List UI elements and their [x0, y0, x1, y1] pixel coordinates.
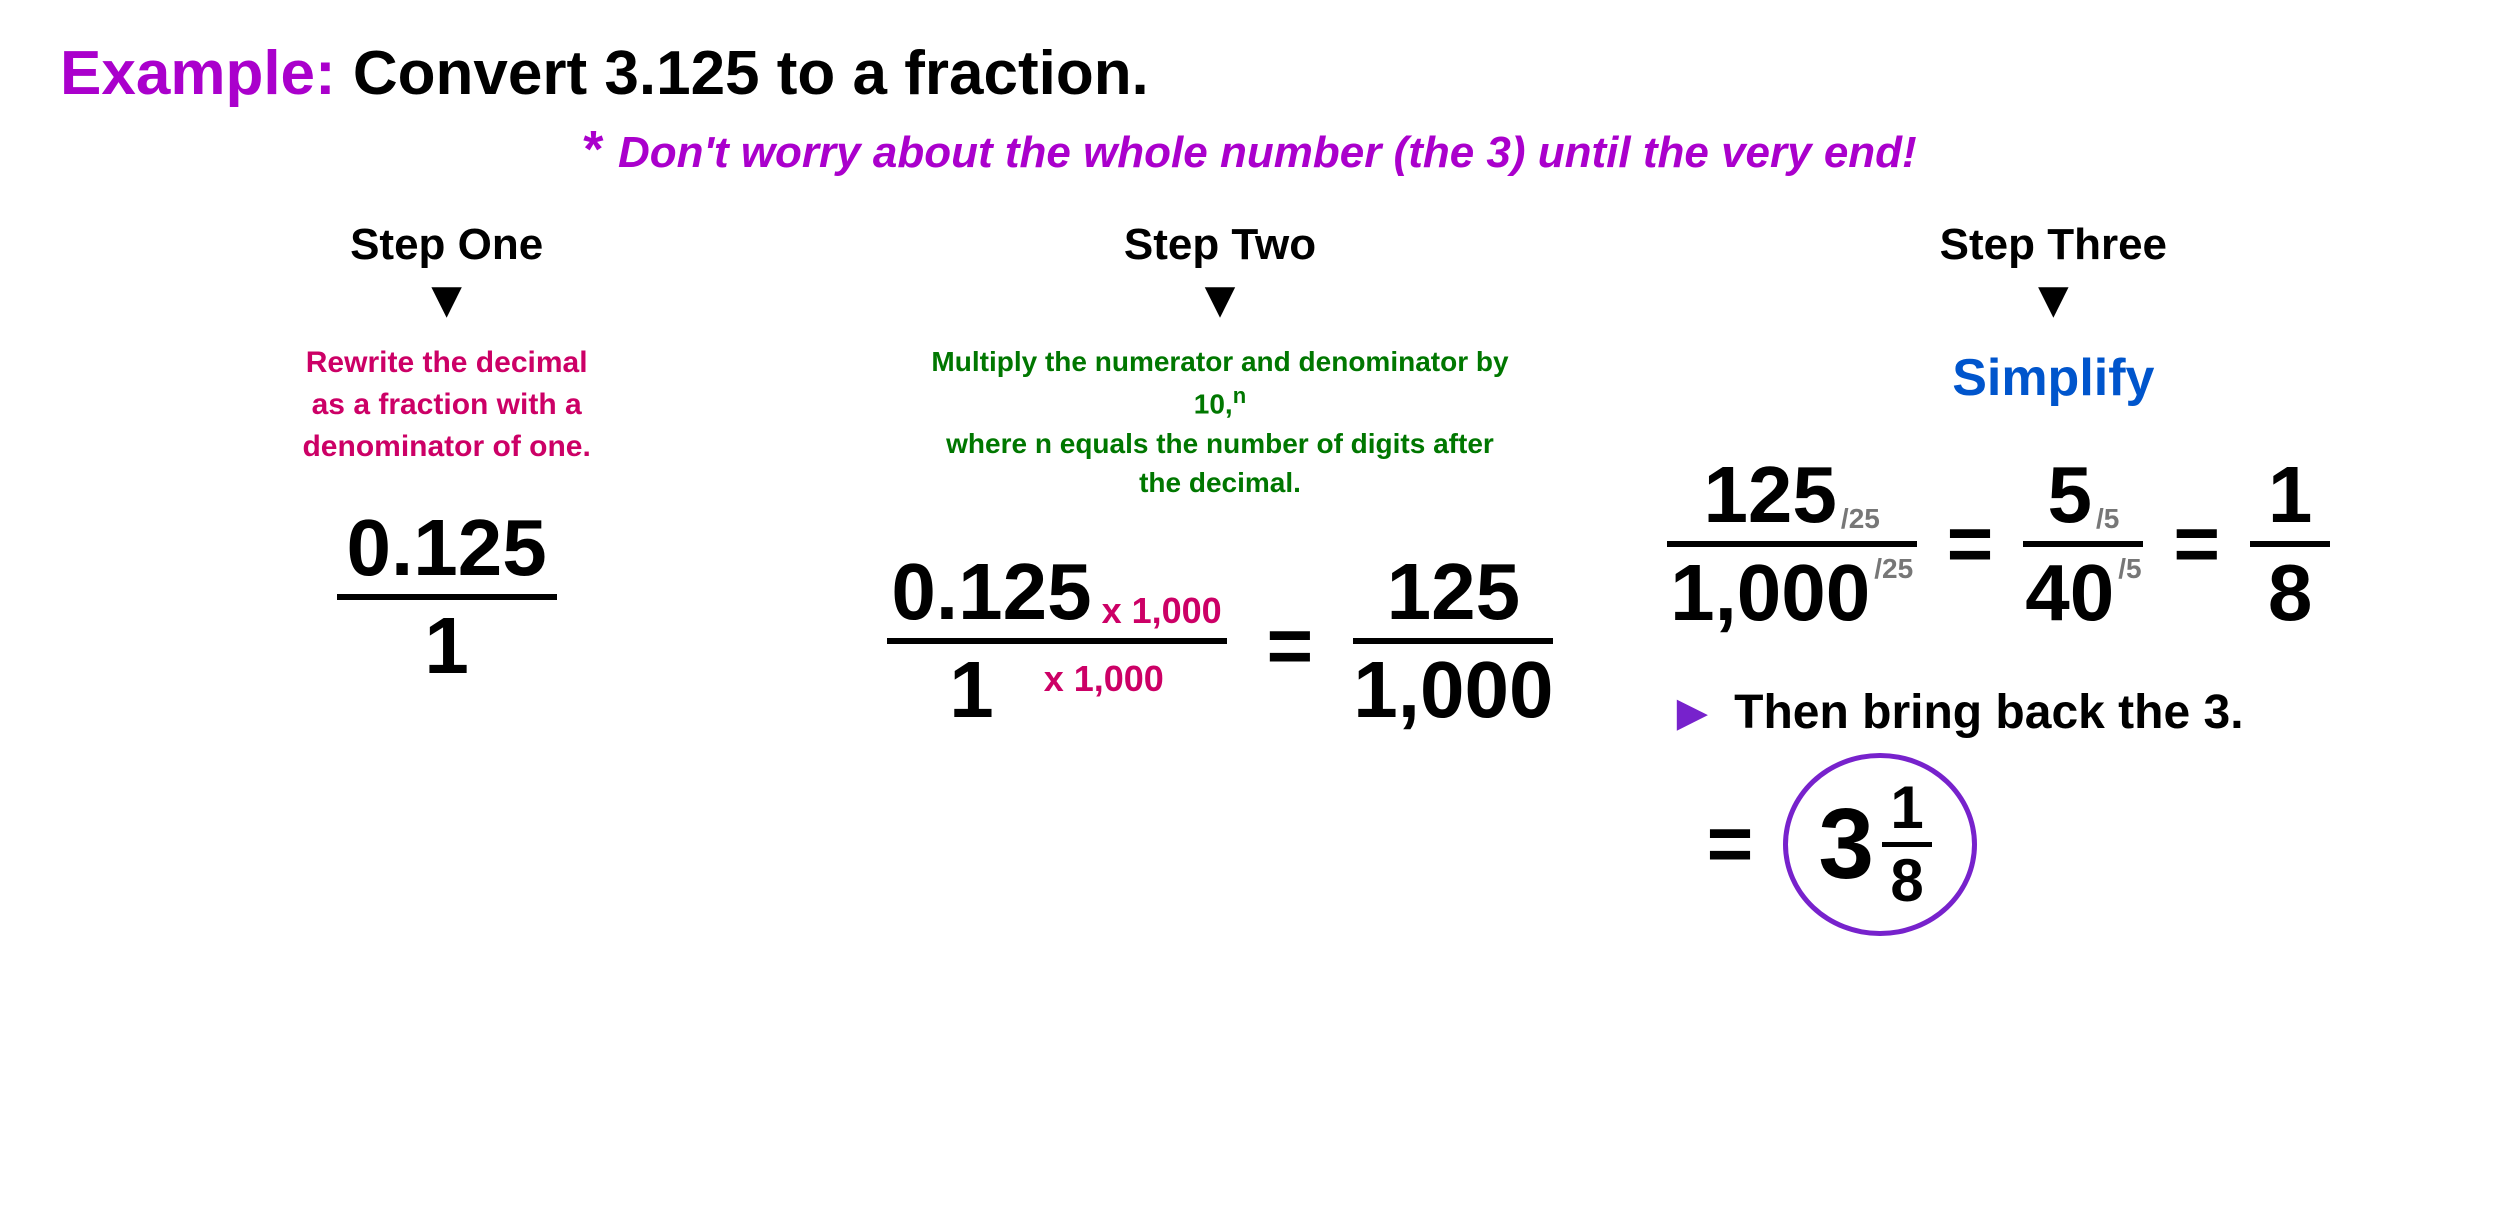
step-one-header: Step One [350, 220, 543, 270]
step-two-result-numerator: 125 [1387, 552, 1520, 632]
final-frac-num: 1 [1890, 778, 1923, 838]
step-two-desc-part1: Multiply the numerator and denominator b… [931, 346, 1508, 420]
step-two-superscript: n [1233, 383, 1246, 408]
step-one-denominator: 1 [424, 606, 469, 686]
step-two-multiplier-top: x 1,000 [1102, 590, 1222, 632]
step-three-frac3-den: 8 [2268, 553, 2313, 633]
step-three-eq1: = [1947, 498, 1994, 590]
step-two-left-fraction: 0.125 x 1,000 1 x 1,000 [887, 552, 1227, 730]
step-two-arrow: ▼ [1194, 274, 1245, 326]
step-one-numerator: 0.125 [347, 508, 547, 588]
step-three-frac2: 5 /5 40 /5 [2023, 455, 2143, 633]
step-three-frac1-num-row: 125 /25 [1703, 455, 1879, 535]
step-three-frac1-ann-num: /25 [1841, 503, 1880, 535]
step-two-left-denominator: 1 [949, 650, 994, 730]
step-two-description: Multiply the numerator and denominator b… [930, 342, 1510, 502]
step-two-result-frac-line [1353, 638, 1553, 644]
step-two-left-top: 0.125 x 1,000 [891, 552, 1221, 632]
step-one-fraction: 0.125 1 [337, 508, 557, 686]
step-one-arrow: ▼ [421, 274, 472, 326]
step-three-header: Step Three [1940, 220, 2167, 270]
bring-back-text: Then bring back the 3. [1734, 685, 2243, 740]
step-three-frac1: 125 /25 1,000 /25 [1667, 455, 1917, 633]
step-two-header: Step Two [1124, 220, 1316, 270]
step-three-eq2: = [2173, 498, 2220, 590]
step-three-frac1-den: 1,000 [1670, 553, 1870, 633]
step-three-frac1-line [1667, 541, 1917, 547]
step-two-equals: = [1267, 590, 1314, 692]
step-three-frac2-den: 40 [2025, 553, 2114, 633]
step-two: Step Two ▼ Multiply the numerator and de… [833, 220, 1606, 730]
purple-arrow-icon: ► [1667, 683, 1718, 743]
step-two-left-frac-line [887, 638, 1227, 644]
step-three-simplify: Simplify [1952, 342, 2154, 415]
step-three: Step Three ▼ Simplify 125 /25 1,000 /25 … [1607, 220, 2440, 936]
bring-back-row: ► Then bring back the 3. [1667, 683, 2244, 743]
step-three-frac3-num: 1 [2268, 455, 2313, 535]
step-three-fractions: 125 /25 1,000 /25 = 5 /5 40 [1667, 455, 2330, 633]
step-two-right-fraction: 125 1,000 [1353, 552, 1553, 730]
step-two-content: 0.125 x 1,000 1 x 1,000 = 125 1,000 [887, 552, 1554, 730]
subtitle-text: Don't worry about the whole number (the … [618, 128, 1917, 177]
step-three-frac3: 1 8 [2250, 455, 2330, 633]
final-frac-den: 8 [1890, 851, 1923, 911]
step-two-left-bottom: 1 x 1,000 [949, 650, 1164, 730]
step-three-frac2-num: 5 [2047, 455, 2092, 535]
step-three-frac1-num: 125 [1703, 455, 1836, 535]
step-two-result-denominator: 1,000 [1353, 650, 1553, 730]
step-three-header-wrap: Step Three ▼ Simplify [1667, 220, 2440, 455]
final-eq-sign: = [1707, 798, 1754, 890]
step-two-multiplier-bottom: x 1,000 [1044, 658, 1164, 700]
step-three-frac2-ann-num: /5 [2096, 503, 2119, 535]
final-whole-number: 3 [1818, 794, 1874, 894]
final-small-frac: 1 8 [1882, 778, 1932, 911]
circle-fraction: 3 1 8 [1783, 753, 1977, 936]
step-three-frac1-den-row: 1,000 /25 [1670, 553, 1913, 633]
subtitle: * Don't worry about the whole number (th… [60, 120, 2440, 180]
title-line: Example: Convert 3.125 to a fraction. [60, 40, 2440, 108]
step-two-left-numerator: 0.125 [891, 552, 1091, 632]
step-three-frac2-num-row: 5 /5 [2047, 455, 2119, 535]
step-three-frac2-den-row: 40 /5 [2025, 553, 2141, 633]
step-three-frac1-ann-den: /25 [1874, 553, 1913, 585]
step-three-arrow: ▼ [2028, 274, 2079, 326]
step-one: Step One ▼ Rewrite the decimal as a frac… [60, 220, 833, 686]
steps-container: Step One ▼ Rewrite the decimal as a frac… [60, 220, 2440, 936]
step-two-desc-part2: where n equals the number of digits afte… [946, 428, 1494, 498]
step-one-description: Rewrite the decimal as a fraction with a… [287, 342, 607, 468]
step-three-frac2-ann-den: /5 [2118, 553, 2141, 585]
final-answer: = 3 1 8 [1667, 753, 1977, 936]
title-text: Convert 3.125 to a fraction. [336, 39, 1149, 108]
step-one-frac-line [337, 594, 557, 600]
step-three-frac3-line [2250, 541, 2330, 547]
step-three-frac2-line [2023, 541, 2143, 547]
example-label: Example: [60, 39, 336, 108]
subtitle-star: * [583, 121, 618, 179]
